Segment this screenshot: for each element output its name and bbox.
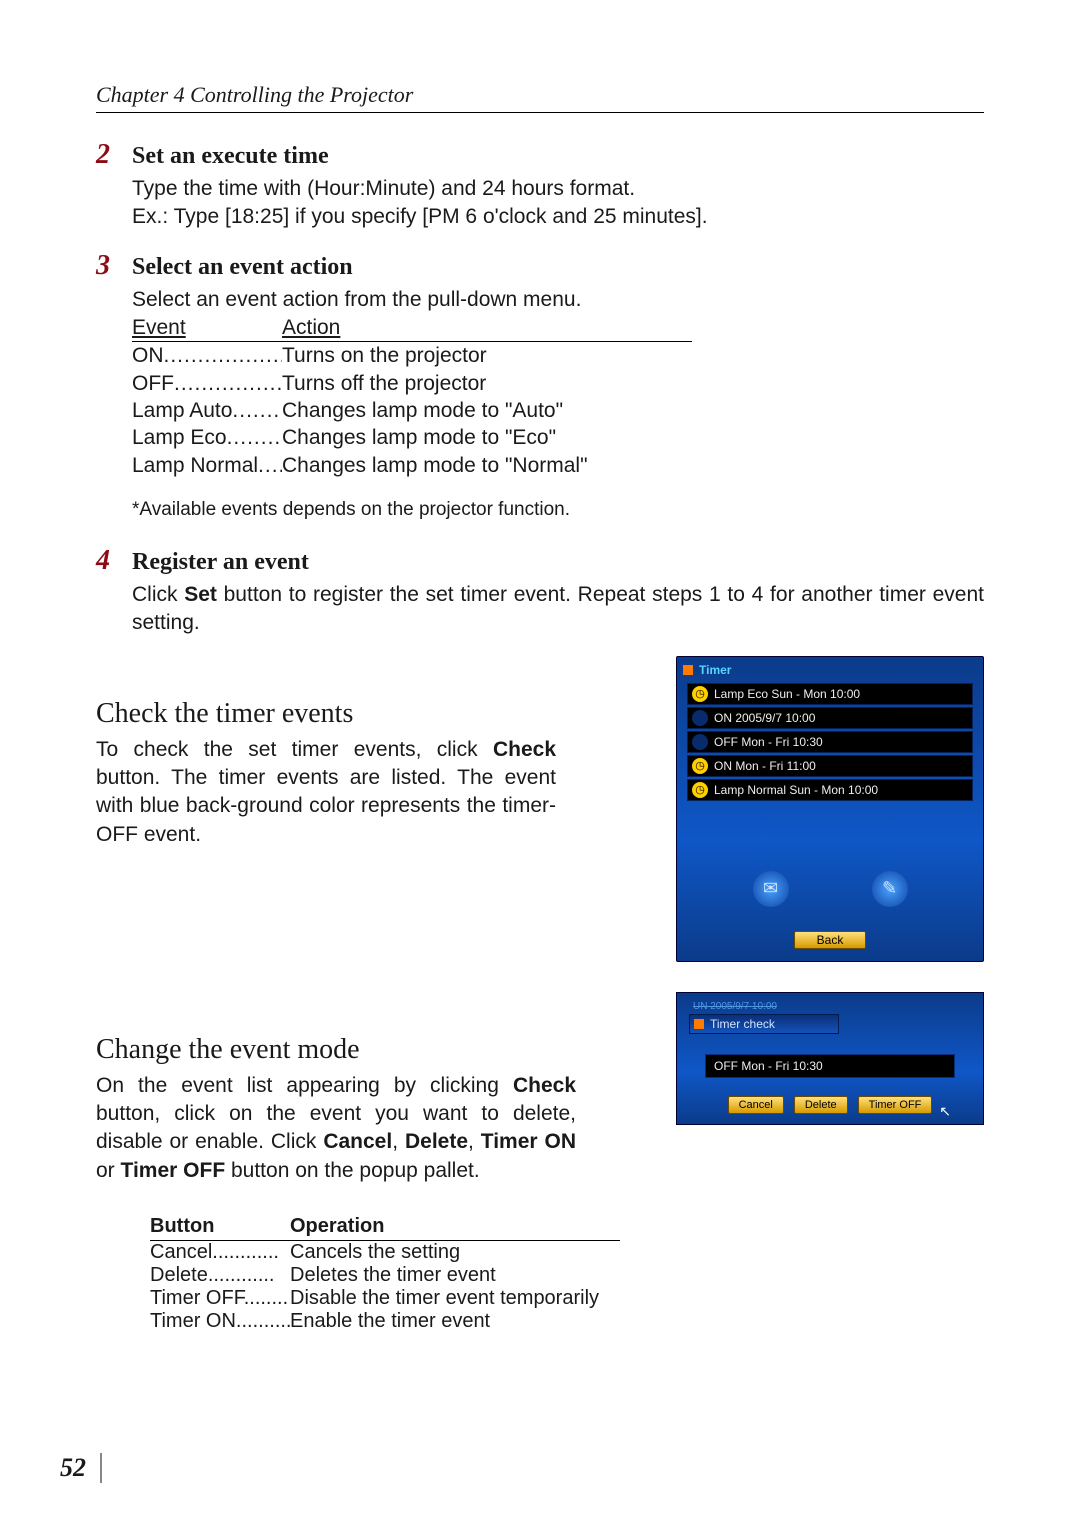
button-name: Timer OFF.........	[150, 1287, 290, 1310]
event-name: Lamp Normal.........	[132, 452, 282, 479]
chapter-header: Chapter 4 Controlling the Projector	[96, 82, 984, 113]
body-text: button on the popup pallet.	[225, 1159, 480, 1182]
popup-title: Timer check	[710, 1017, 775, 1031]
body-line: Type the time with (Hour:Minute) and 24 …	[132, 175, 984, 203]
panel-icon	[683, 665, 693, 675]
event-action-table: Event Action ON..................Turns o…	[132, 314, 984, 479]
ui-name: Set	[184, 583, 217, 606]
event-name: Lamp Auto...........	[132, 397, 282, 424]
button-row: Cancel............Cancels the setting	[150, 1241, 984, 1264]
edit-icon[interactable]: ✎	[872, 871, 908, 907]
event-action: Changes lamp mode to "Auto"	[282, 397, 563, 424]
cancel-button[interactable]: Cancel	[728, 1096, 784, 1114]
step-title: Register an event	[132, 549, 309, 576]
ui-name: Check	[513, 1074, 576, 1097]
step-title: Select an event action	[132, 254, 353, 281]
ui-name: Timer OFF	[121, 1159, 226, 1182]
event-action: Turns on the projector	[282, 342, 487, 369]
col-operation: Operation	[290, 1215, 384, 1238]
timer-off-button[interactable]: Timer OFF	[858, 1096, 933, 1114]
timer-event-text: Lamp Eco Sun - Mon 10:00	[714, 687, 860, 701]
section-title: Check the timer events	[96, 698, 646, 730]
page-number: 52	[60, 1453, 102, 1483]
body-text: Click	[132, 583, 184, 606]
event-row: Lamp Auto...........Changes lamp mode to…	[132, 397, 984, 424]
clock-icon: ◷	[692, 782, 708, 798]
section-title: Change the event mode	[96, 1034, 646, 1066]
button-operation: Enable the timer event	[290, 1310, 490, 1333]
col-button: Button	[150, 1215, 290, 1238]
timer-event-text: Lamp Normal Sun - Mon 10:00	[714, 783, 878, 797]
event-name: Lamp Eco............	[132, 424, 282, 451]
col-event: Event	[132, 314, 282, 341]
event-name: ON..................	[132, 342, 282, 369]
body-text: button. The timer events are listed. The…	[96, 766, 556, 846]
event-row: Lamp Eco............Changes lamp mode to…	[132, 424, 984, 451]
ui-name: Timer ON	[481, 1130, 576, 1153]
body-text: ,	[392, 1130, 405, 1153]
selected-event: OFF Mon - Fri 10:30	[705, 1054, 955, 1078]
clock-icon: ◷	[692, 686, 708, 702]
prev-row-hint: UN 2005/9/7 10:00	[693, 1001, 977, 1012]
timer-event-row[interactable]: ON 2005/9/7 10:00	[687, 707, 973, 729]
body-text: To check the set timer events, click	[96, 738, 493, 761]
step-intro: Select an event action from the pull-dow…	[132, 286, 984, 314]
step-number: 3	[96, 250, 122, 282]
body-line: Ex.: Type [18:25] if you specify [PM 6 o…	[132, 203, 984, 231]
button-row: Delete............Deletes the timer even…	[150, 1264, 984, 1287]
button-name: Cancel............	[150, 1241, 290, 1264]
timer-check-popup-screenshot: UN 2005/9/7 10:00 Timer check OFF Mon - …	[676, 992, 984, 1125]
button-operation-table: Button Operation Cancel............Cance…	[150, 1215, 984, 1333]
body-text: On the event list appearing by clicking	[96, 1074, 513, 1097]
event-row: Lamp Normal.........Changes lamp mode to…	[132, 452, 984, 479]
event-note: *Available events depends on the project…	[132, 499, 984, 521]
button-operation: Cancels the setting	[290, 1241, 460, 1264]
panel-icon	[694, 1019, 704, 1029]
button-row: Timer ON..........Enable the timer event	[150, 1310, 984, 1333]
button-row: Timer OFF.........Disable the timer even…	[150, 1287, 984, 1310]
mail-icon[interactable]: ✉	[753, 871, 789, 907]
disabled-icon	[692, 734, 708, 750]
timer-event-row[interactable]: ◷ Lamp Normal Sun - Mon 10:00	[687, 779, 973, 801]
panel-title: Timer	[699, 663, 731, 677]
event-row: ON..................Turns on the project…	[132, 342, 984, 369]
event-row: OFF.................Turns off the projec…	[132, 370, 984, 397]
body-text: button to register the set timer event. …	[132, 583, 984, 634]
step-title: Set an execute time	[132, 143, 329, 170]
body-text: or	[96, 1159, 121, 1182]
clock-icon: ◷	[692, 758, 708, 774]
event-action: Turns off the projector	[282, 370, 486, 397]
button-name: Delete............	[150, 1264, 290, 1287]
ui-name: Check	[493, 738, 556, 761]
event-action: Changes lamp mode to "Normal"	[282, 452, 588, 479]
timer-panel-screenshot: Timer ◷ Lamp Eco Sun - Mon 10:00 ON 2005/9…	[676, 656, 984, 962]
timer-event-row[interactable]: ◷ Lamp Eco Sun - Mon 10:00	[687, 683, 973, 705]
step-number: 2	[96, 139, 122, 171]
delete-button[interactable]: Delete	[794, 1096, 848, 1114]
back-button[interactable]: Back	[794, 931, 866, 949]
ui-name: Cancel	[323, 1130, 392, 1153]
manual-page: Chapter 4 Controlling the Projector 2 Se…	[0, 0, 1080, 1527]
event-name: OFF.................	[132, 370, 282, 397]
timer-event-text: ON Mon - Fri 11:00	[714, 759, 816, 773]
step-4: 4 Register an event Click Set button to …	[96, 545, 984, 638]
step-number: 4	[96, 545, 122, 577]
timer-event-row[interactable]: ◷ ON Mon - Fri 11:00	[687, 755, 973, 777]
event-action: Changes lamp mode to "Eco"	[282, 424, 556, 451]
body-text: ,	[468, 1130, 481, 1153]
disabled-icon	[692, 710, 708, 726]
step-3: 3 Select an event action Select an event…	[96, 250, 984, 521]
button-operation: Deletes the timer event	[290, 1264, 496, 1287]
button-name: Timer ON..........	[150, 1310, 290, 1333]
timer-event-text: ON 2005/9/7 10:00	[714, 711, 815, 725]
button-operation: Disable the timer event temporarily	[290, 1287, 599, 1310]
step-2: 2 Set an execute time Type the time with…	[96, 139, 984, 232]
col-action: Action	[282, 314, 340, 341]
timer-event-text: OFF Mon - Fri 10:30	[714, 735, 823, 749]
ui-name: Delete	[405, 1130, 468, 1153]
timer-event-row[interactable]: OFF Mon - Fri 10:30	[687, 731, 973, 753]
